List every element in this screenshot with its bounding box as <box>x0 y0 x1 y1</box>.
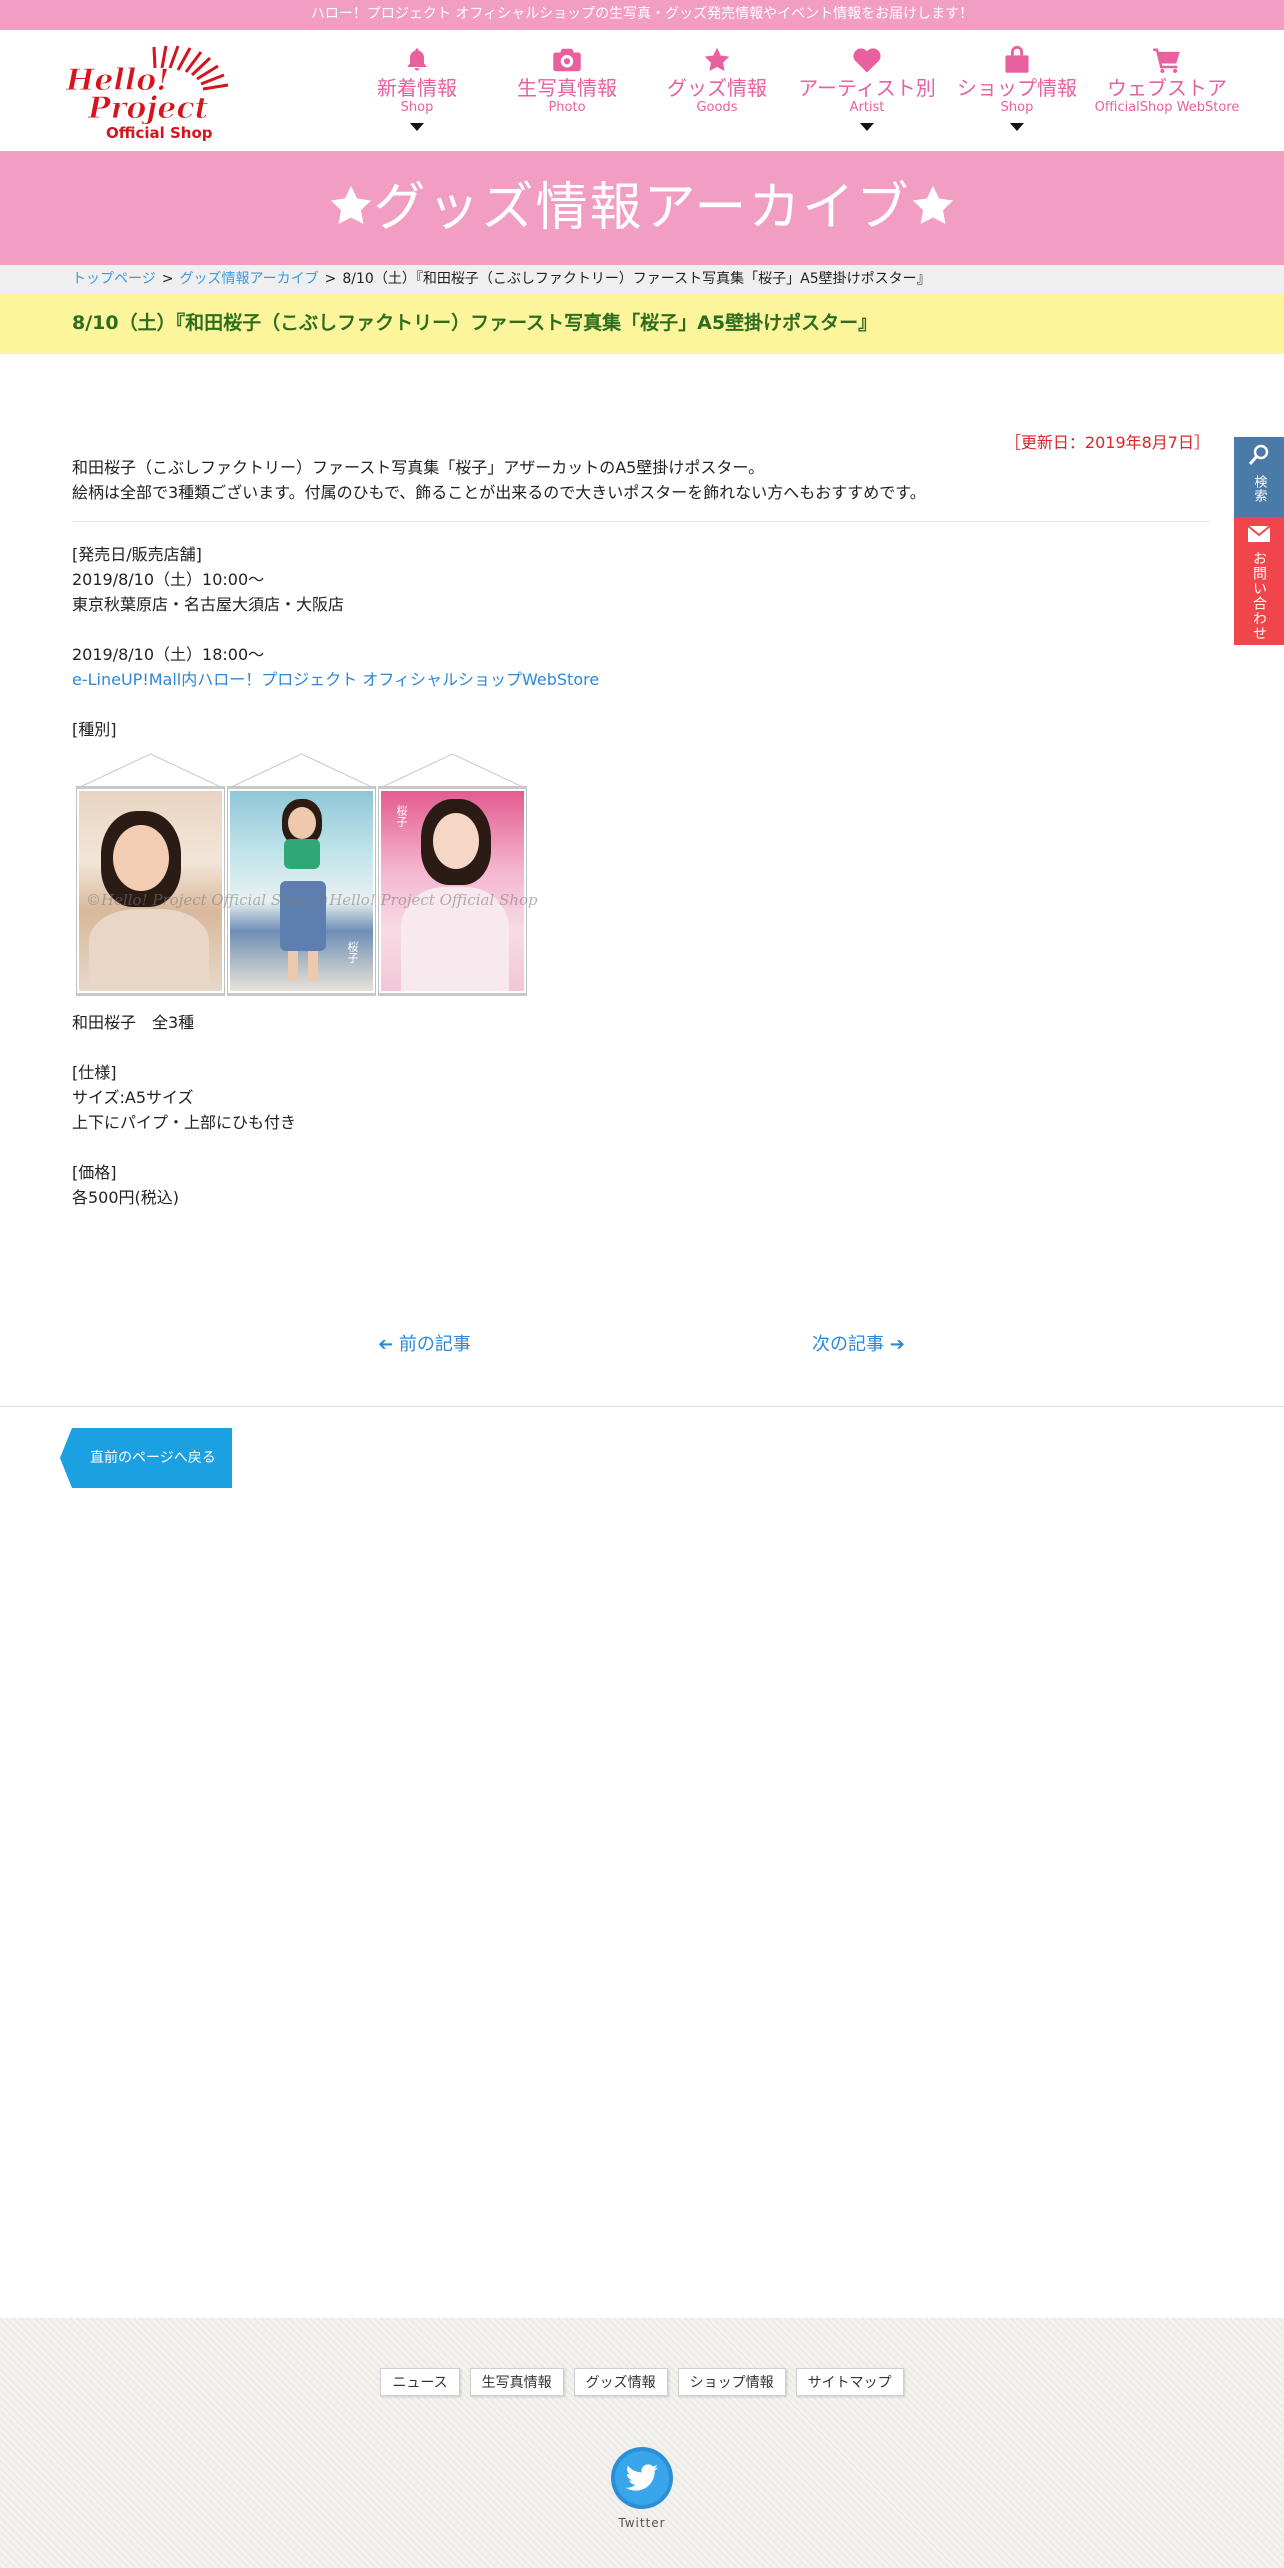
prev-article-link[interactable]: ➔ 前の記事 <box>378 1330 471 1356</box>
svg-text:Project: Project <box>87 91 209 126</box>
footer-link-sitemap[interactable]: サイトマップ <box>795 2368 904 2396</box>
poster-caption: 桜子 <box>346 941 359 963</box>
twitter-link[interactable]: Twitter <box>610 2446 674 2530</box>
price-heading: [価格] <box>72 1163 117 1182</box>
hello-project-logo[interactable]: Hello! Project Official Shop <box>58 38 244 144</box>
poster-image-2: 桜子 <box>227 752 376 996</box>
nav-goods-label: グッズ情報 <box>667 76 767 100</box>
article-title: 8/10（土）『和田桜子（こぶしファクトリー）ファースト写真集「桜子」A5壁掛け… <box>0 293 1284 354</box>
arrow-right-icon: ➔ <box>889 1334 905 1355</box>
poster-hanging-string <box>228 753 375 788</box>
shopping-bag-icon <box>1005 45 1029 73</box>
nav-goods-sublabel: Goods <box>696 100 738 115</box>
dropdown-caret-icon <box>860 123 874 131</box>
side-search-button[interactable]: 検索 <box>1234 437 1284 517</box>
dropdown-caret-icon <box>410 123 424 131</box>
bell-icon <box>407 48 427 71</box>
webstore-link[interactable]: e-LineUP!Mall内ハロー！プロジェクト オフィシャルショップWebSt… <box>72 670 599 689</box>
nav-shop[interactable]: ショップ情報 Shop <box>942 44 1092 131</box>
article-body: ［更新日：2019年8月7日］ 和田桜子（こぶしファクトリー）ファースト写真集「… <box>72 430 1210 1210</box>
intro-line-1: 和田桜子（こぶしファクトリー）ファースト写真集「桜子」アザーカットのA5壁掛けポ… <box>72 458 765 477</box>
divider <box>72 521 1210 522</box>
breadcrumb: トップページ > グッズ情報アーカイブ >8/10（土）『和田桜子（こぶしファクトリー… <box>0 265 1284 293</box>
heart-icon <box>853 48 881 73</box>
side-search-label: 検索 <box>1251 475 1267 503</box>
top-announcement-bar: ハロー！プロジェクト オフィシャルショップの生写真・グッズ発売情報やイベント情報… <box>0 0 1284 30</box>
kind-text: 和田桜子 全3種 <box>72 1013 195 1032</box>
breadcrumb-archive-link[interactable]: グッズ情報アーカイブ <box>179 271 318 287</box>
archive-banner: グッズ情報アーカイブ <box>0 151 1284 265</box>
divider <box>0 1406 1284 1407</box>
nav-webstore-label: ウェブストア <box>1107 76 1227 100</box>
kind-heading: [種別] <box>72 720 117 739</box>
nav-artist-sublabel: Artist <box>849 100 885 115</box>
footer-link-goods[interactable]: グッズ情報 <box>573 2368 668 2396</box>
breadcrumb-home-link[interactable]: トップページ <box>72 271 156 287</box>
poster-image-1 <box>76 752 225 996</box>
breadcrumb-separator: > <box>324 271 337 287</box>
camera-icon <box>553 48 581 72</box>
updated-date: ［更新日：2019年8月7日］ <box>1004 433 1210 452</box>
breadcrumb-separator: > <box>161 271 174 287</box>
star-icon <box>330 185 371 225</box>
nav-news-sublabel: Shop <box>400 100 434 115</box>
poster-image-set: 桜子 桜子 ©Hello! Project Official Shop ©Hel… <box>76 752 538 996</box>
cart-icon <box>1153 48 1180 74</box>
star-icon <box>704 47 730 71</box>
side-floating-tabs: 検索 お問い合わせ <box>1234 437 1284 645</box>
nav-artist-label: アーティスト別 <box>798 76 936 100</box>
nav-shop-label: ショップ情報 <box>957 76 1077 100</box>
footer-links: ニュース 生写真情報 グッズ情報 ショップ情報 サイトマップ <box>0 2368 1284 2396</box>
back-button[interactable]: 直前のページへ戻る <box>60 1428 232 1488</box>
nav-news-label: 新着情報 <box>377 76 457 100</box>
site-header: Hello! Project Official Shop 新着情報 Shop 生… <box>0 30 1284 151</box>
nav-goods[interactable]: グッズ情報 Goods <box>642 44 792 131</box>
poster-hanging-string <box>77 753 224 788</box>
main-navigation: 新着情報 Shop 生写真情報 Photo グッズ情報 Goods アーティスト… <box>342 44 1242 131</box>
price-value: 各500円(税込) <box>72 1188 180 1207</box>
footer-link-shop[interactable]: ショップ情報 <box>677 2368 786 2396</box>
spec-heading: [仕様] <box>72 1063 117 1082</box>
star-icon <box>913 185 954 225</box>
mail-icon <box>1247 525 1271 542</box>
nav-photo-sublabel: Photo <box>548 100 586 115</box>
footer-link-news[interactable]: ニュース <box>380 2368 460 2396</box>
sale-date-online: 2019/8/10（土）18:00〜 <box>72 645 265 664</box>
spec-detail: 上下にパイプ・上部にひも付き <box>72 1113 297 1132</box>
nav-photo[interactable]: 生写真情報 Photo <box>492 44 642 131</box>
sale-heading: [発売日/販売店舗] <box>72 545 202 564</box>
banner-title: グッズ情報アーカイブ <box>373 178 911 238</box>
svg-text:Official Shop: Official Shop <box>106 124 213 142</box>
twitter-label: Twitter <box>618 2516 666 2530</box>
sale-date-store: 2019/8/10（土）10:00〜 <box>72 570 265 589</box>
nav-news[interactable]: 新着情報 Shop <box>342 44 492 131</box>
intro-line-2: 絵柄は全部で3種類ございます。付属のひもで、飾ることが出来るので大きいポスターを… <box>72 483 926 502</box>
next-article-link[interactable]: 次の記事 ➔ <box>812 1330 905 1356</box>
nav-shop-sublabel: Shop <box>1000 100 1034 115</box>
nav-artist[interactable]: アーティスト別 Artist <box>792 44 942 131</box>
search-icon <box>1248 444 1269 465</box>
spec-size: サイズ:A5サイズ <box>72 1088 194 1107</box>
nav-photo-label: 生写真情報 <box>517 76 617 100</box>
announcement-text: ハロー！プロジェクト オフィシャルショップの生写真・グッズ発売情報やイベント情報… <box>310 6 974 22</box>
footer-link-photo[interactable]: 生写真情報 <box>469 2368 564 2396</box>
poster-caption: 桜子 <box>395 805 408 827</box>
breadcrumb-current: 8/10（土）『和田桜子（こぶしファクトリー）ファースト写真集「桜子」A5壁掛け… <box>342 271 931 287</box>
sale-shops: 東京秋葉原店・名古屋大須店・大阪店 <box>72 595 345 614</box>
site-footer: ニュース 生写真情報 グッズ情報 ショップ情報 サイトマップ Twitter <box>0 2318 1284 2568</box>
side-contact-label: お問い合わせ <box>1251 551 1267 641</box>
poster-image-3: 桜子 <box>378 752 527 996</box>
dropdown-caret-icon <box>1010 123 1024 131</box>
arrow-left-icon: ➔ <box>378 1334 394 1355</box>
poster-hanging-string <box>379 753 526 788</box>
side-contact-button[interactable]: お問い合わせ <box>1234 517 1284 645</box>
nav-webstore[interactable]: ウェブストア OfficialShop WebStore <box>1092 44 1242 131</box>
article-pager: ➔ 前の記事 次の記事 ➔ <box>0 1330 1284 1360</box>
twitter-icon <box>611 2447 673 2509</box>
nav-webstore-sublabel: OfficialShop WebStore <box>1094 100 1240 115</box>
